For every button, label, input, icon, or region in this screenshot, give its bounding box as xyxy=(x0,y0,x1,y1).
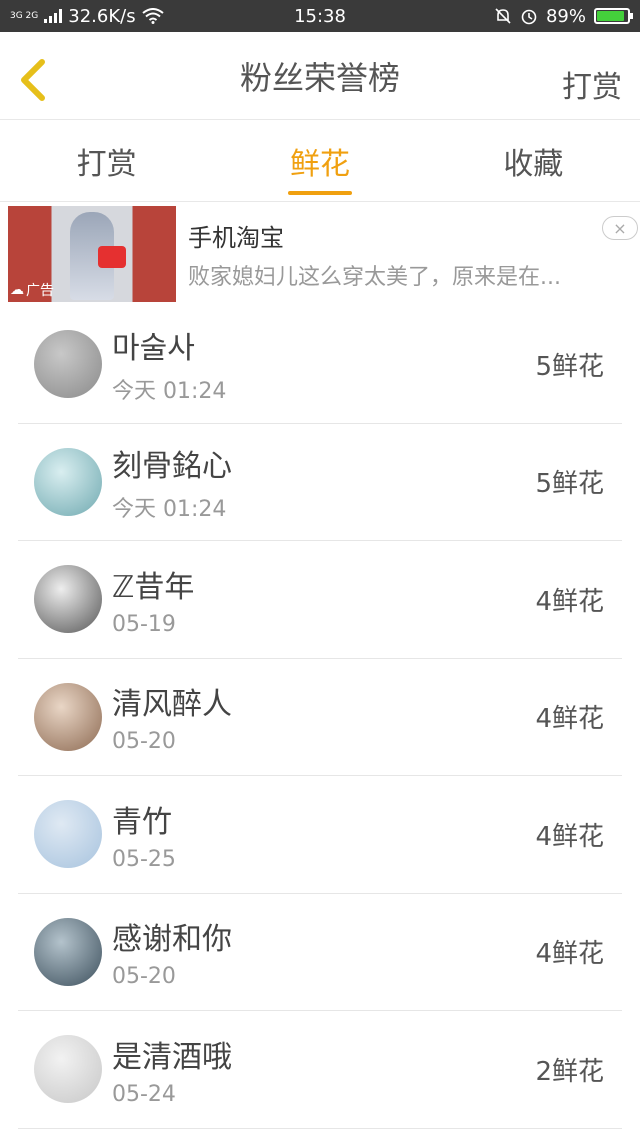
status-right: 89% xyxy=(494,5,633,27)
fan-time: 05-19 xyxy=(112,611,176,637)
avatar[interactable] xyxy=(34,565,102,634)
status-bar: 3G 2G 32.6K/s 15:38 89% xyxy=(0,0,640,32)
avatar[interactable] xyxy=(34,800,102,869)
ad-badge: ☁ 广告 xyxy=(10,282,54,299)
network-type: 3G 2G xyxy=(10,10,39,21)
ad-image[interactable]: ☁ 广告 xyxy=(8,206,176,302)
fan-time: 05-25 xyxy=(112,846,176,872)
page-title: 粉丝荣誉榜 xyxy=(239,58,400,97)
close-ad-button[interactable]: × xyxy=(602,216,638,240)
flower-count: 5鲜花 xyxy=(535,351,604,382)
ad-banner[interactable]: ☁ 广告 手机淘宝 败家媳妇儿这么穿太美了，原来是在... × xyxy=(0,202,640,306)
battery-icon xyxy=(594,8,633,24)
flower-count: 4鲜花 xyxy=(535,704,604,735)
avatar[interactable] xyxy=(34,1035,102,1104)
avatar[interactable] xyxy=(34,917,102,986)
battery-percent: 89% xyxy=(545,5,586,27)
close-icon: × xyxy=(613,218,627,238)
fan-name: 清风醉人 xyxy=(112,687,232,723)
top-header: 粉丝荣誉榜 打赏 xyxy=(0,32,640,120)
fan-list: 마술사 今天 01:24 5鲜花 刻骨銘心 今天 01:24 5鲜花 ℤ昔年 0… xyxy=(0,306,640,1129)
fan-time: 今天 01:24 xyxy=(112,496,227,522)
flower-count: 2鲜花 xyxy=(535,1056,604,1087)
cloud-icon: ☁ xyxy=(10,282,24,298)
status-left: 3G 2G 32.6K/s xyxy=(10,6,164,27)
fan-time: 05-20 xyxy=(112,964,176,990)
fan-name: 青竹 xyxy=(112,804,172,840)
fan-row[interactable]: ℤ昔年 05-19 4鲜花 xyxy=(18,541,622,659)
avatar[interactable] xyxy=(34,330,102,399)
back-arrow-icon[interactable] xyxy=(16,58,50,102)
fan-name: ℤ昔年 xyxy=(112,569,195,605)
tab-flowers[interactable]: 鲜花 xyxy=(213,120,426,201)
fan-time: 05-24 xyxy=(112,1081,176,1107)
fan-row[interactable]: 刻骨銘心 今天 01:24 5鲜花 xyxy=(18,424,622,541)
fan-name: 感谢和你 xyxy=(112,922,232,958)
network-speed: 32.6K/s xyxy=(68,5,136,27)
flower-count: 4鲜花 xyxy=(535,821,604,852)
ad-title: 手机淘宝 xyxy=(188,223,284,252)
fan-time: 05-20 xyxy=(112,729,176,755)
fan-row[interactable]: 마술사 今天 01:24 5鲜花 xyxy=(18,306,622,424)
flower-count: 5鲜花 xyxy=(535,469,604,500)
flower-count: 4鲜花 xyxy=(535,939,604,970)
fan-row[interactable]: 青竹 05-25 4鲜花 xyxy=(18,776,622,894)
fan-row[interactable]: 感谢和你 05-20 4鲜花 xyxy=(18,894,622,1011)
fan-name: 刻骨銘心 xyxy=(112,448,232,484)
flower-count: 4鲜花 xyxy=(535,586,604,617)
avatar[interactable] xyxy=(34,682,102,751)
tab-bar: 打赏 鲜花 收藏 xyxy=(0,120,640,202)
reward-button[interactable]: 打赏 xyxy=(562,62,622,106)
fan-name: 是清酒哦 xyxy=(112,1039,232,1075)
signal-icon xyxy=(44,9,63,23)
fan-name: 마술사 xyxy=(112,331,195,367)
fan-time: 今天 01:24 xyxy=(112,379,227,405)
fan-row[interactable]: 是清酒哦 05-24 2鲜花 xyxy=(18,1011,622,1129)
tab-favorites[interactable]: 收藏 xyxy=(427,120,640,201)
alarm-icon xyxy=(521,9,537,25)
fan-row[interactable]: 清风醉人 05-20 4鲜花 xyxy=(18,659,622,776)
avatar[interactable] xyxy=(34,447,102,516)
wifi-icon xyxy=(141,8,164,24)
ad-text: 手机淘宝 败家媳妇儿这么穿太美了，原来是在... xyxy=(188,218,640,291)
tab-reward[interactable]: 打赏 xyxy=(0,120,213,201)
mute-bell-icon xyxy=(495,8,511,24)
ad-description: 败家媳妇儿这么穿太美了，原来是在... xyxy=(188,264,561,290)
